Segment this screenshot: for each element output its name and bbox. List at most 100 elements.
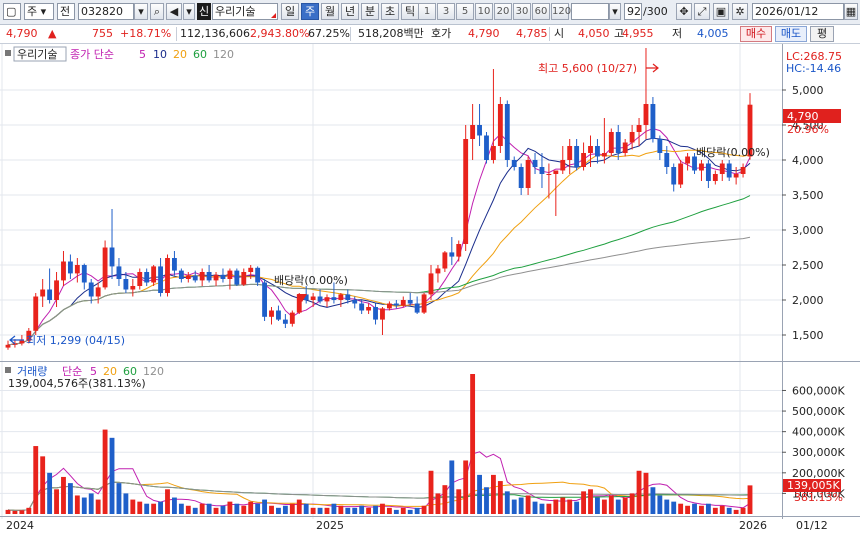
search-icon[interactable]: ⌕ — [150, 3, 164, 20]
speaker-icon[interactable]: ◀ — [166, 3, 182, 20]
period-tab-1[interactable]: 주 — [301, 3, 319, 20]
period-tab-4[interactable]: 분 — [361, 3, 379, 20]
interval-tab-3[interactable]: 3 — [437, 3, 455, 20]
interval-tab-1[interactable]: 1 — [418, 3, 436, 20]
period-tab-3[interactable]: 년 — [341, 3, 359, 20]
period-tab-2[interactable]: 월 — [321, 3, 339, 20]
code-input[interactable]: 032820 — [78, 3, 134, 20]
period-tab-6[interactable]: 틱 — [401, 3, 419, 20]
volume-bar-104 — [726, 507, 732, 514]
volume-bar-100 — [699, 505, 704, 514]
volume-bar-78 — [546, 503, 552, 514]
candle-body-39 — [276, 310, 281, 320]
eval-button[interactable]: 평 — [810, 26, 834, 42]
speaker-dropdown-icon[interactable]: ▾ — [183, 3, 195, 20]
candle-body-50 — [352, 300, 358, 304]
interval-tab-5[interactable]: 5 — [456, 3, 474, 20]
candle-body-13 — [95, 287, 101, 297]
volume-bar-45 — [317, 507, 323, 514]
candle-body-21 — [151, 266, 157, 283]
crosshair-icon[interactable]: ✥ — [676, 3, 692, 20]
buy-button[interactable]: 매수 — [740, 26, 772, 42]
panel-menu-icon[interactable] — [5, 50, 11, 56]
candle-body-41 — [289, 312, 295, 324]
candle-body-89 — [622, 142, 628, 153]
interval-tab-60[interactable]: 60 — [532, 3, 550, 20]
candle-body-98 — [685, 156, 691, 164]
type-select[interactable]: 주 ▾ — [24, 3, 54, 20]
y-axis-divider — [782, 44, 783, 519]
volume-menu-icon[interactable] — [5, 367, 11, 373]
volume-bar-20 — [144, 503, 150, 514]
candle-body-57 — [400, 300, 406, 306]
interval-tab-20[interactable]: 20 — [494, 3, 512, 20]
candle-body-104 — [726, 163, 732, 178]
hc-label: HC:-14.46 — [786, 62, 841, 75]
candle-body-7 — [54, 280, 59, 300]
volume-bar-83 — [581, 491, 586, 514]
volume-bar-30 — [213, 507, 219, 514]
interval-tab-120[interactable]: 120 — [551, 3, 571, 20]
volume-bar-53 — [373, 505, 378, 514]
candle-body-47 — [331, 297, 337, 300]
price-ma120-line — [7, 236, 751, 346]
calendar-icon[interactable]: ▦ — [844, 3, 858, 20]
stock-name-field[interactable]: 우리기술 — [212, 3, 278, 20]
low-label: 저 — [672, 27, 683, 40]
volume-bar-16 — [116, 483, 122, 514]
turnover-rate: 67.25% — [308, 27, 350, 40]
volume-bar-91 — [636, 470, 642, 514]
candle-body-74 — [518, 167, 524, 188]
vol-ma120-legend: 120 — [143, 365, 164, 378]
sell-button[interactable]: 매도 — [775, 26, 807, 42]
gear-icon[interactable]: ✲ — [732, 3, 748, 20]
candle-body-53 — [373, 307, 378, 320]
volume-bar-62 — [435, 493, 441, 514]
volume-bar-76 — [532, 501, 538, 514]
code-dropdown-icon[interactable]: ▾ — [134, 3, 148, 20]
interval-tab-10[interactable]: 10 — [475, 3, 493, 20]
candle-body-76 — [532, 160, 538, 167]
date-input[interactable]: 2026/01/12 — [752, 3, 844, 20]
quote-label: 호가 — [431, 27, 452, 40]
volume-bar-3 — [26, 507, 32, 514]
interval-tab-30[interactable]: 30 — [513, 3, 531, 20]
volume-bar-106 — [740, 507, 746, 514]
period-tab-5[interactable]: 초 — [381, 3, 399, 20]
volume-bar-57 — [400, 507, 406, 514]
price-panel-name: 우리기술 — [17, 48, 57, 61]
save-icon[interactable]: ▣ — [713, 3, 729, 20]
volume-bar-17 — [123, 493, 129, 514]
zoom-icon[interactable]: ⤢ — [694, 3, 710, 20]
current-volume-rate: 381.13% — [794, 491, 843, 504]
interval-dropdown-icon[interactable]: ▾ — [609, 3, 621, 20]
candle-body-88 — [615, 132, 621, 153]
volume-bar-96 — [671, 501, 677, 514]
volume-bar-22 — [158, 501, 163, 514]
candle-body-0 — [5, 344, 11, 348]
volume-bar-13 — [95, 499, 101, 514]
candle-body-72 — [504, 104, 510, 160]
candle-body-92 — [643, 104, 649, 125]
count-input[interactable]: 92 — [624, 3, 642, 20]
candle-body-87 — [608, 132, 614, 153]
price-tick-5: 2,500 — [792, 259, 824, 272]
candle-body-60 — [421, 294, 427, 313]
candle-body-2 — [19, 340, 25, 344]
candle-body-38 — [269, 310, 274, 317]
period-tab-0[interactable]: 일 — [281, 3, 299, 20]
volume-bar-1 — [12, 510, 18, 514]
volume-bar-79 — [553, 499, 559, 514]
market-select[interactable]: 전 — [57, 3, 75, 20]
candle-body-23 — [165, 258, 170, 293]
panel-divider — [0, 361, 860, 362]
candle-body-51 — [359, 303, 365, 311]
candle-body-22 — [158, 266, 163, 293]
window-icon[interactable]: ▢ — [3, 3, 21, 20]
candle-body-95 — [664, 153, 670, 167]
stock-chart[interactable]: 5,0004,5004,0003,5003,0002,5002,0001,500… — [0, 44, 860, 534]
volume-bar-65 — [456, 489, 462, 514]
interval-input[interactable] — [571, 3, 609, 20]
candle-body-19 — [137, 272, 143, 286]
volume-bar-43 — [303, 503, 309, 514]
